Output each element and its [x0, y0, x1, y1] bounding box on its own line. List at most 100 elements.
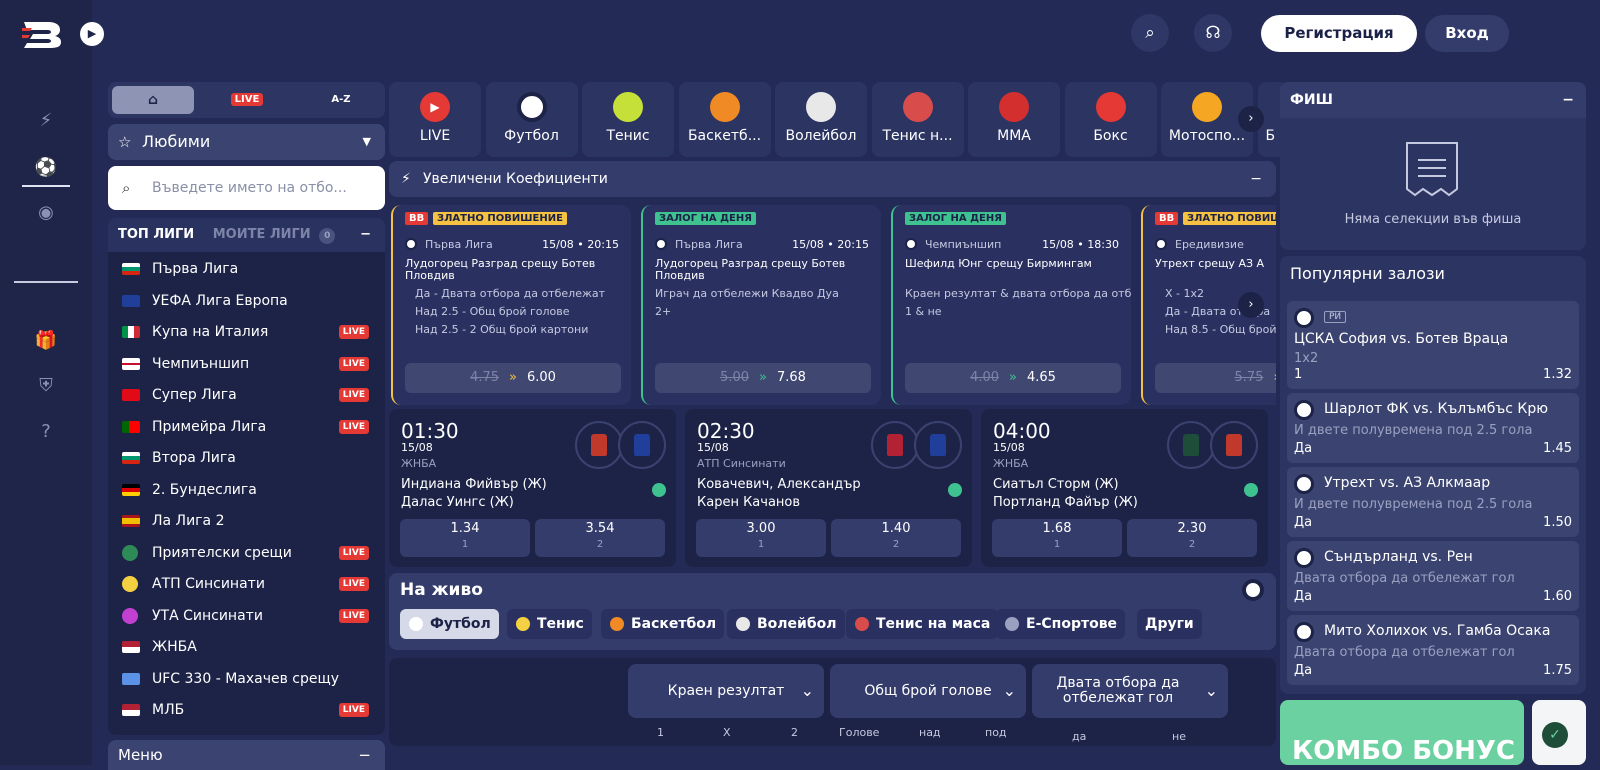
favorites-dropdown[interactable]: ☆ Любими ▼: [108, 124, 385, 160]
league-item[interactable]: Първа Лига: [108, 254, 385, 284]
odd-label: 2: [892, 539, 900, 550]
az-tab[interactable]: A-Z: [300, 86, 382, 114]
chevron-down-icon: ⌄: [1002, 681, 1016, 700]
sports-ball-icon[interactable]: ⚽: [34, 156, 58, 180]
live-badge: LIVE: [338, 545, 369, 560]
league-item[interactable]: 2. Бундеслига: [108, 475, 385, 505]
card-selection: Да - Двата отбора да отбележат: [415, 287, 606, 300]
sport-filter-chip[interactable]: Тенис: [507, 609, 592, 639]
popular-bet[interactable]: Мито Холихок vs. Гамба Осака Двата отбора…: [1287, 615, 1579, 685]
odd-button[interactable]: 1.34 1: [400, 519, 530, 557]
login-button[interactable]: Вход: [1425, 15, 1509, 52]
old-odd: 4.00: [970, 370, 1000, 385]
shield-icon[interactable]: ⛨: [34, 374, 58, 398]
card-selection: Краен резултат & двата отбора да отбележ…: [905, 287, 1131, 300]
betslip-header[interactable]: ФИШ −: [1280, 82, 1586, 118]
league-item[interactable]: UFC 330 - Махачев срещу Мач...: [108, 664, 385, 694]
odd-label: 1: [1053, 539, 1061, 550]
live-icon[interactable]: ◉: [34, 201, 58, 225]
sport-filter-chip[interactable]: Волейбол: [727, 609, 845, 639]
league-item[interactable]: ЖНБА: [108, 632, 385, 662]
sport-filter-chip[interactable]: Е-Спортове: [996, 609, 1126, 639]
popular-bet[interactable]: Утрехт vs. АЗ Алкмаар И двете полувремена…: [1287, 467, 1579, 537]
home-tab[interactable]: ⌂: [112, 86, 194, 114]
old-odd: 5.00: [720, 370, 750, 385]
sport-filter-chip[interactable]: Тенис на маса: [846, 609, 999, 639]
league-item[interactable]: Супер Лига LIVE: [108, 380, 385, 410]
card-selection: Х - 1х2: [1165, 287, 1205, 300]
old-odd: 5.75: [1234, 370, 1264, 385]
match-card[interactable]: 01:30 15/08 ЖНБА Индиана Фийвър (Ж) Далас Уи…: [389, 409, 676, 567]
brand-logo[interactable]: [22, 18, 74, 48]
sport-icon: [652, 483, 666, 497]
boosted-odds-button[interactable]: 4.75 » 6.00: [405, 363, 621, 393]
market-column-label: X: [723, 726, 731, 739]
league-name: Втора Лига: [152, 450, 236, 466]
market-dropdown[interactable]: Двата отбора да отбележат гол ⌄: [1032, 664, 1228, 718]
popular-bet[interactable]: РИ ЦСКА София vs. Ботев Враца 1x2 1 1.32: [1287, 301, 1579, 389]
sport-filter-chip[interactable]: Футбол: [400, 609, 499, 639]
popular-bet[interactable]: Съндърланд vs. Рен Двата отбора да отбеле…: [1287, 541, 1579, 611]
boosted-odds-button[interactable]: 5.75 »: [1155, 363, 1276, 393]
live-badge: LIVE: [338, 703, 369, 717]
odd-button[interactable]: 3.00 1: [696, 519, 826, 557]
popular-bet[interactable]: Шарлот ФК vs. Кълъмбъс Крю И двете полувр…: [1287, 393, 1579, 463]
boost-card[interactable]: BB ЗЛАТНО ПОВИШЕНИЕ Първа Лига 15/08 • 20:1…: [391, 205, 631, 405]
chevron-down-icon: ⌄: [1204, 681, 1218, 700]
boosted-odds-button[interactable]: 5.00 » 7.68: [655, 363, 871, 393]
boost-card[interactable]: ЗАЛОГ НА ДЕНЯ Чемпиъншип 15/08 • 18:30 Шефи…: [891, 205, 1131, 405]
play-icon[interactable]: ▶: [80, 22, 104, 46]
card-badge: ЗЛАТНО ПОВИШЕНИЕ: [1183, 212, 1276, 225]
menu-section[interactable]: Меню −: [108, 740, 385, 770]
carousel-next-icon[interactable]: ›: [1238, 292, 1264, 318]
combo-bonus-banner[interactable]: КОМБО БОНУС: [1280, 700, 1524, 765]
card-badge: BB: [1155, 212, 1179, 225]
register-button[interactable]: Регистрация: [1261, 15, 1417, 52]
league-item[interactable]: АТП Синсинати LIVE: [108, 569, 385, 599]
boost-card[interactable]: ЗАЛОГ НА ДЕНЯ Първа Лига 15/08 • 20:15 Лудо…: [641, 205, 881, 405]
odd-button[interactable]: 2.30 2: [1127, 519, 1257, 557]
odds-icon[interactable]: ⚡: [34, 109, 58, 133]
odd-button[interactable]: 3.54 2: [535, 519, 665, 557]
league-item[interactable]: Примейра Лига LIVE: [108, 412, 385, 442]
league-item[interactable]: Купа на Италия LIVE: [108, 317, 385, 347]
card-badge: ЗАЛОГ НА ДЕНЯ: [655, 212, 756, 225]
odd-button[interactable]: 1.68 1: [992, 519, 1122, 557]
match-card[interactable]: 02:30 15/08 АТП Синсинати Ковачевич, Алекса…: [685, 409, 972, 567]
card-title: Шефилд Юнг срещу Бирмингам: [905, 257, 1092, 270]
odd-button[interactable]: 1.40 2: [831, 519, 961, 557]
market-dropdown[interactable]: Общ брой голове ⌄: [830, 664, 1026, 718]
team-search-input[interactable]: ⌕ Въведете името на отбо...: [108, 166, 385, 210]
league-item[interactable]: Чемпиъншип LIVE: [108, 349, 385, 379]
league-item[interactable]: Ла Лига 2: [108, 506, 385, 536]
league-item[interactable]: УЕФА Лига Европа: [108, 286, 385, 316]
match-card[interactable]: 04:00 15/08 ЖНБА Сиатъл Сторм (Ж) Портланд Ф…: [981, 409, 1268, 567]
gift-icon[interactable]: 🎁: [34, 329, 58, 353]
league-item[interactable]: Втора Лига: [108, 443, 385, 473]
help-icon[interactable]: ?: [34, 420, 58, 444]
league-item[interactable]: Приятелски срещи LIVE: [108, 538, 385, 568]
league-item[interactable]: МЛБ LIVE: [108, 695, 385, 725]
market-column-label: да: [1072, 730, 1087, 743]
market-dropdown[interactable]: Краен резултат ⌄: [628, 664, 824, 718]
live-tab[interactable]: LIVE: [206, 86, 288, 114]
top-leagues-tab[interactable]: ТОП ЛИГИ: [118, 227, 194, 242]
collapse-icon[interactable]: −: [360, 218, 371, 252]
dropdown-label: Двата отбора да отбележат гол: [1056, 675, 1180, 706]
my-leagues-tab[interactable]: МОИТЕ ЛИГИ: [213, 227, 311, 242]
sport-filter-chip[interactable]: Други: [1137, 609, 1202, 639]
popular-odd: 1.50: [1543, 515, 1572, 530]
flag-icon: [122, 641, 140, 653]
boost-arrow-icon: »: [759, 370, 767, 385]
league-item[interactable]: УТА Синсинати LIVE: [108, 601, 385, 631]
popular-market: 1x2: [1294, 351, 1319, 366]
live-badge: LIVE: [338, 419, 369, 434]
sport-filter-chip[interactable]: Баскетбол: [601, 609, 725, 639]
away-logo: [1210, 421, 1258, 469]
boosted-odds-button[interactable]: 4.00 » 4.65: [905, 363, 1121, 393]
old-odd: 4.75: [470, 370, 500, 385]
card-selection: 2+: [655, 305, 672, 318]
favorites-label: Любими: [142, 132, 211, 151]
jersey-icon: [930, 434, 946, 456]
promo-banner-2[interactable]: ✓: [1532, 700, 1586, 765]
